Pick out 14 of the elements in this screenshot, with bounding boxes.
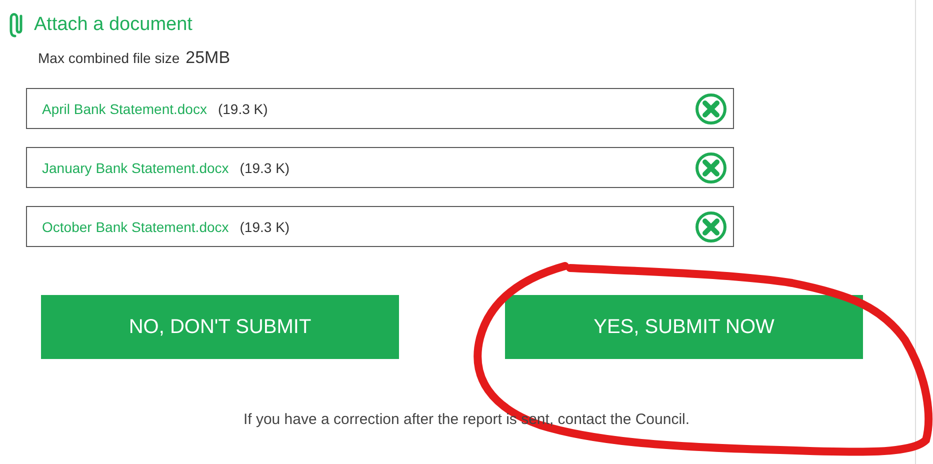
file-name: October Bank Statement.docx (42, 218, 229, 234)
file-name: April Bank Statement.docx (42, 100, 207, 116)
remove-icon[interactable] (695, 92, 727, 124)
remove-icon[interactable] (695, 152, 727, 184)
section-title: Attach a document (34, 14, 192, 36)
file-size: (19.3 K) (218, 100, 269, 116)
cancel-button[interactable]: NO, DON'T SUBMIT (41, 295, 399, 359)
size-limit-label: Max combined file size (38, 50, 180, 66)
submit-button[interactable]: YES, SUBMIT NOW (505, 295, 863, 359)
file-name: January Bank Statement.docx (42, 160, 229, 176)
size-limit-value: 25MB (186, 48, 230, 68)
file-size: (19.3 K) (240, 218, 291, 234)
remove-icon[interactable] (695, 210, 727, 242)
file-size: (19.3 K) (240, 160, 291, 176)
